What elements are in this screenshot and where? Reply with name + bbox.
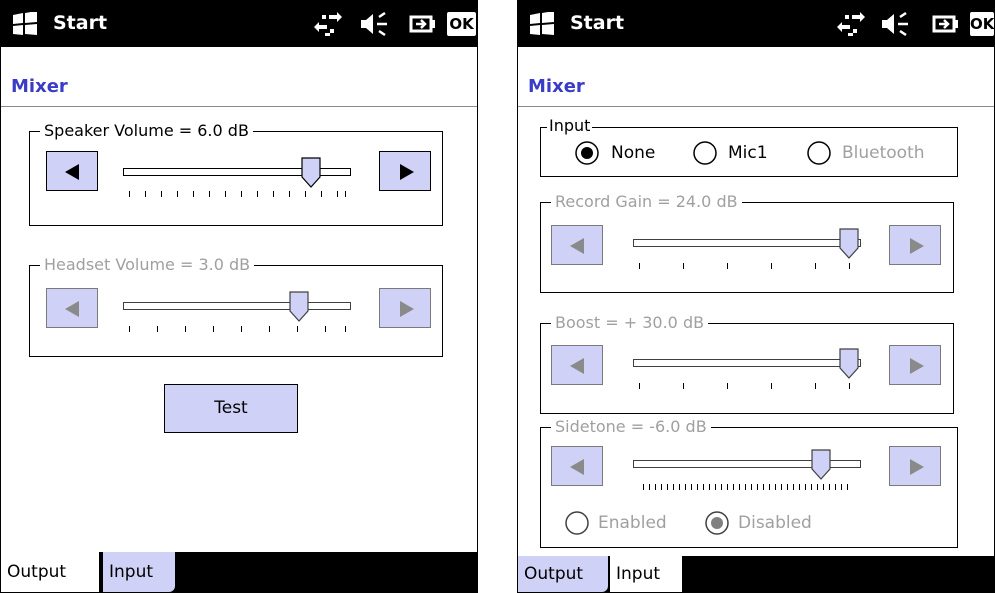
- boost-label: Boost = + 30.0 dB: [551, 312, 709, 334]
- slider-track: [633, 239, 861, 247]
- connectivity-icon[interactable]: [313, 11, 343, 37]
- left-arrow-icon: [570, 358, 584, 374]
- input-source-label: Input: [547, 115, 593, 137]
- tab-bar: Output Input: [518, 556, 994, 592]
- radio-bluetooth-label[interactable]: Bluetooth: [842, 142, 925, 164]
- radio-none[interactable]: [574, 140, 600, 166]
- boost-decrease-button[interactable]: [551, 345, 603, 385]
- radio-sidetone-enabled-label[interactable]: Enabled: [598, 512, 667, 534]
- left-arrow-icon: [65, 301, 79, 317]
- record-gain-increase-button[interactable]: [889, 225, 941, 265]
- radio-sidetone-disabled[interactable]: [704, 510, 730, 536]
- right-arrow-icon: [910, 238, 924, 254]
- radio-sidetone-enabled[interactable]: [564, 510, 590, 536]
- left-arrow-icon: [570, 459, 584, 475]
- radio-mic1-label[interactable]: Mic1: [728, 142, 768, 164]
- radio-mic1[interactable]: [692, 140, 718, 166]
- slider-track: [123, 302, 351, 310]
- tab-input[interactable]: Input: [103, 552, 175, 592]
- app-header: Mixer: [518, 47, 994, 107]
- start-label[interactable]: Start: [570, 12, 624, 34]
- input-screen: Start OK Mixer Input None Mic1 Bluetooth…: [517, 0, 995, 593]
- tab-bar: Output Input: [1, 552, 477, 592]
- left-arrow-icon: [65, 164, 79, 180]
- record-gain-label: Record Gain = 24.0 dB: [551, 191, 742, 213]
- speaker-volume-slider[interactable]: [121, 151, 353, 203]
- sidetone-decrease-button[interactable]: [551, 446, 603, 486]
- boost-slider[interactable]: [631, 345, 863, 397]
- speaker-volume-increase-button[interactable]: [379, 151, 431, 191]
- tab-input[interactable]: Input: [610, 556, 682, 592]
- app-title: Mixer: [528, 76, 585, 97]
- right-arrow-icon: [400, 301, 414, 317]
- tab-output[interactable]: Output: [518, 556, 608, 592]
- ok-button[interactable]: OK: [447, 12, 476, 36]
- title-bar: Start OK: [1, 1, 477, 47]
- slider-thumb[interactable]: [839, 348, 861, 380]
- slider-thumb[interactable]: [301, 157, 323, 189]
- windows-logo-icon[interactable]: [527, 12, 557, 36]
- sidetone-slider[interactable]: [631, 446, 863, 498]
- right-arrow-icon: [400, 164, 414, 180]
- left-arrow-icon: [570, 238, 584, 254]
- slider-thumb[interactable]: [289, 291, 311, 323]
- sidetone-increase-button[interactable]: [889, 446, 941, 486]
- speaker-volume-decrease-button[interactable]: [46, 151, 98, 191]
- windows-logo-icon[interactable]: [10, 12, 40, 36]
- sidetone-label: Sidetone = -6.0 dB: [551, 416, 711, 438]
- battery-power-icon[interactable]: [409, 11, 437, 37]
- test-button[interactable]: Test: [164, 384, 298, 433]
- radio-none-label[interactable]: None: [611, 142, 655, 164]
- headset-volume-decrease-button[interactable]: [46, 288, 98, 328]
- slider-thumb[interactable]: [811, 449, 833, 481]
- record-gain-slider[interactable]: [631, 225, 863, 277]
- headset-volume-label: Headset Volume = 3.0 dB: [40, 254, 255, 276]
- radio-bluetooth[interactable]: [806, 140, 832, 166]
- battery-power-icon[interactable]: [932, 11, 960, 37]
- right-arrow-icon: [910, 358, 924, 374]
- connectivity-icon[interactable]: [836, 11, 866, 37]
- tab-output[interactable]: Output: [1, 552, 99, 592]
- speaker-muted-icon[interactable]: [359, 11, 389, 37]
- app-header: Mixer: [1, 47, 477, 107]
- start-label[interactable]: Start: [53, 12, 107, 34]
- ok-button[interactable]: OK: [970, 12, 994, 36]
- speaker-muted-icon[interactable]: [880, 11, 910, 37]
- record-gain-decrease-button[interactable]: [551, 225, 603, 265]
- output-screen: Start OK Mixer Speaker Volume = 6.0 dB H…: [0, 0, 478, 593]
- headset-volume-slider[interactable]: [121, 288, 353, 340]
- slider-track: [633, 359, 861, 367]
- app-title: Mixer: [11, 76, 68, 97]
- slider-thumb[interactable]: [839, 228, 861, 260]
- right-arrow-icon: [910, 459, 924, 475]
- boost-increase-button[interactable]: [889, 345, 941, 385]
- title-bar: Start OK: [518, 1, 994, 47]
- radio-sidetone-disabled-label[interactable]: Disabled: [738, 512, 812, 534]
- headset-volume-increase-button[interactable]: [379, 288, 431, 328]
- speaker-volume-label: Speaker Volume = 6.0 dB: [40, 120, 253, 142]
